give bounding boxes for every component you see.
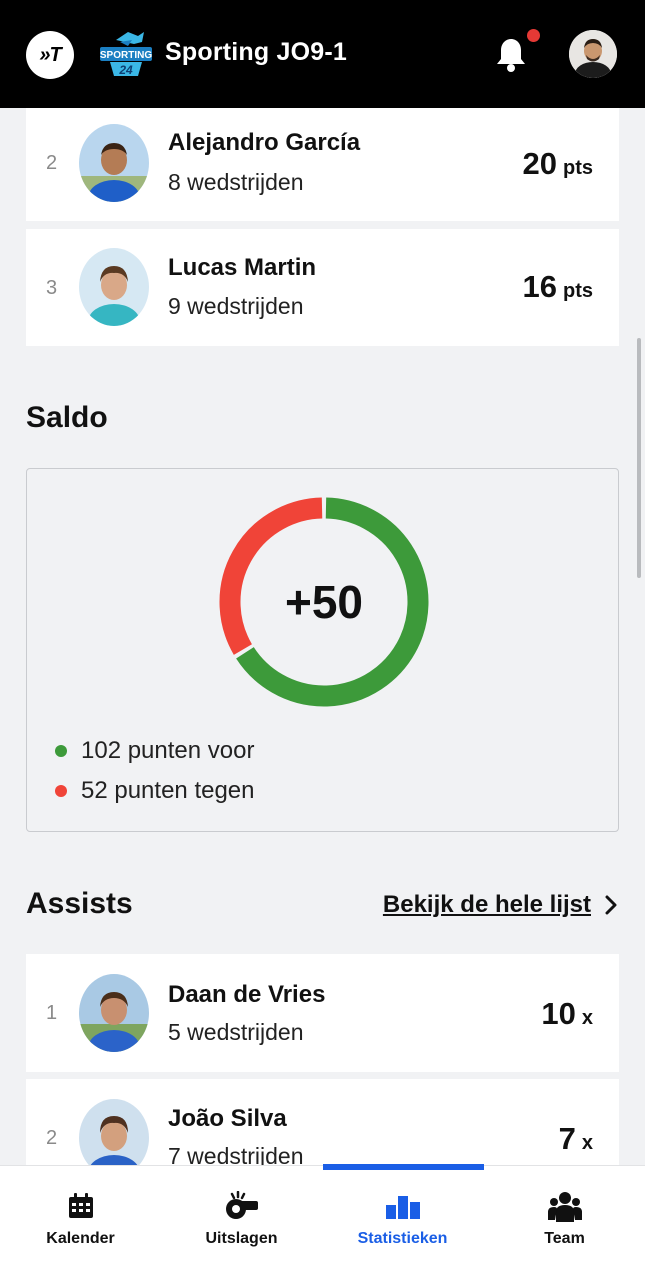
assist-row[interactable]: 1 Daan de Vries 5 wedstrijden 10 x <box>26 954 619 1072</box>
nav-label: Kalender <box>46 1230 115 1247</box>
legend-dot-for <box>55 745 67 757</box>
saldo-value: +50 <box>284 576 364 628</box>
player-name: João Silva <box>168 1105 287 1132</box>
nav-label: Statistieken <box>357 1230 448 1247</box>
app-logo-text: »T <box>39 43 61 66</box>
score-value: 16 <box>522 269 557 304</box>
team-name[interactable]: Sporting JO9-1 <box>165 38 347 67</box>
club-logo-text-top: SPORTING <box>100 50 152 61</box>
legend-label-for: 102 punten voor <box>81 737 255 764</box>
notification-badge <box>527 29 540 42</box>
player-photo <box>79 124 149 202</box>
player-matches: 9 wedstrijden <box>168 293 304 319</box>
club-logo-text-bottom: 24 <box>118 63 133 77</box>
bottom-navigation: Kalender Uitslagen Statistieken Team <box>0 1165 645 1272</box>
nav-item-uitslagen[interactable]: Uitslagen <box>161 1166 322 1272</box>
rank-number: 1 <box>46 1002 58 1024</box>
scorer-row[interactable]: 2 Alejandro García 8 wedstrijden 20 pts <box>26 108 619 221</box>
calendar-icon <box>68 1193 93 1218</box>
legend-label-against: 52 punten tegen <box>81 777 255 804</box>
legend-points-for: 102 punten voor <box>55 737 254 765</box>
player-photo <box>79 248 149 326</box>
nav-label: Team <box>544 1230 585 1247</box>
rank-number: 3 <box>46 277 58 299</box>
scrollbar[interactable] <box>637 338 641 578</box>
team-icon <box>547 1192 582 1222</box>
player-name: Alejandro García <box>168 129 361 156</box>
player-matches: 8 wedstrijden <box>168 169 304 195</box>
see-all-label: Bekijk de hele lijst <box>382 891 591 918</box>
app-logo[interactable]: »T <box>26 31 74 79</box>
player-matches: 5 wedstrijden <box>168 1019 304 1045</box>
player-name: Daan de Vries <box>168 981 326 1008</box>
active-tab-indicator <box>323 1164 484 1170</box>
whistle-icon <box>225 1191 258 1219</box>
nav-item-team[interactable]: Team <box>484 1166 645 1272</box>
saldo-card: +50 102 punten voor 52 punten tegen <box>26 468 619 832</box>
nav-label: Uitslagen <box>205 1230 278 1247</box>
score-unit: pts <box>563 280 593 302</box>
player-score: 16 pts <box>523 269 593 305</box>
score-unit: pts <box>563 157 593 179</box>
section-title-saldo: Saldo <box>26 401 108 434</box>
player-score: 7x <box>559 1121 593 1157</box>
rank-number: 2 <box>46 152 58 174</box>
bell-icon[interactable] <box>494 36 528 74</box>
player-name: Lucas Martin <box>168 254 317 281</box>
score-value: 20 <box>522 146 557 181</box>
legend-points-against: 52 punten tegen <box>55 777 255 805</box>
score-unit: x <box>581 1132 593 1154</box>
player-photo <box>79 974 149 1052</box>
see-all-link[interactable]: Bekijk de hele lijst <box>383 891 617 919</box>
section-title-assists: Assists <box>26 887 133 920</box>
scorer-row[interactable]: 3 Lucas Martin 9 wedstrijden 16 pts <box>26 229 619 346</box>
legend-dot-against <box>55 785 67 797</box>
nav-item-kalender[interactable]: Kalender <box>0 1166 161 1272</box>
nav-item-statistieken[interactable]: Statistieken <box>322 1166 483 1272</box>
chevron-right-icon <box>605 895 617 915</box>
user-avatar[interactable] <box>569 30 617 78</box>
score-value: 7 <box>558 1121 576 1156</box>
score-value: 10 <box>541 996 576 1031</box>
player-score: 20 pts <box>523 146 593 182</box>
player-score: 10 x <box>541 996 593 1032</box>
top-bar: »T SPORTING 24 Sporting JO9-1 <box>0 0 645 108</box>
user-avatar-image <box>569 30 617 78</box>
bar-chart-icon <box>385 1196 420 1219</box>
club-logo: SPORTING 24 <box>100 32 152 77</box>
score-unit: x <box>581 1007 593 1029</box>
rank-number: 2 <box>46 1127 58 1149</box>
